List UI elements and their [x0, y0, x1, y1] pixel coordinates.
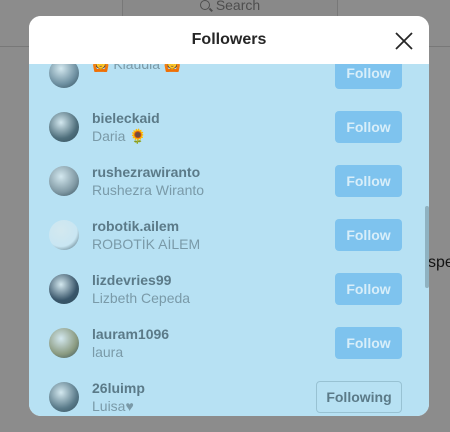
follower-row[interactable]: bieleckaid Daria 🌻 Follow — [29, 100, 429, 154]
follower-fullname: Lizbeth Cepeda — [92, 290, 191, 306]
follower-row[interactable]: 26luimp Luisa♥ Following — [29, 370, 429, 416]
avatar[interactable] — [49, 166, 79, 196]
scrollbar-thumb[interactable] — [425, 206, 429, 288]
followers-list[interactable]: 🙆 Klaudia 🙆 Follow bieleckaid Daria 🌻 Follow… — [29, 64, 429, 416]
follower-fullname: 🙆 Klaudia 🙆 — [92, 64, 182, 72]
follow-button[interactable]: Follow — [335, 64, 402, 89]
follower-row[interactable]: robotik.ailem ROBOTİK AİLEM Follow — [29, 208, 429, 262]
avatar[interactable] — [49, 328, 79, 358]
follower-row[interactable]: lizdevries99 Lizbeth Cepeda Follow — [29, 262, 429, 316]
avatar[interactable] — [49, 112, 79, 142]
avatar[interactable] — [49, 274, 79, 304]
follow-button[interactable]: Follow — [335, 111, 402, 143]
follower-fullname: Daria 🌻 — [92, 128, 147, 144]
avatar[interactable] — [49, 220, 79, 250]
follower-row[interactable]: rushezrawiranto Rushezra Wiranto Follow — [29, 154, 429, 208]
follower-username[interactable]: lizdevries99 — [92, 271, 190, 289]
follower-names: robotik.ailem ROBOTİK AİLEM — [92, 217, 200, 253]
follow-button[interactable]: Follow — [335, 273, 402, 305]
avatar[interactable] — [49, 382, 79, 412]
follower-username[interactable]: 26luimp — [92, 379, 145, 397]
follower-username[interactable]: robotik.ailem — [92, 217, 200, 235]
follower-names: 26luimp Luisa♥ — [92, 379, 145, 415]
close-icon[interactable] — [393, 30, 415, 52]
follow-button[interactable]: Follow — [335, 327, 402, 359]
following-button[interactable]: Following — [316, 381, 402, 413]
follower-names: rushezrawiranto Rushezra Wiranto — [92, 163, 204, 199]
follower-username[interactable]: bieleckaid — [92, 109, 160, 127]
follower-fullname: laura — [92, 344, 124, 360]
dialog-header: Followers — [29, 16, 429, 64]
follower-names: lauram1096 laura — [92, 325, 169, 361]
avatar[interactable] — [49, 64, 79, 88]
follow-button[interactable]: Follow — [335, 219, 402, 251]
follower-row[interactable]: 🙆 Klaudia 🙆 Follow — [29, 64, 429, 100]
follower-row[interactable]: lauram1096 laura Follow — [29, 316, 429, 370]
follower-fullname: Rushezra Wiranto — [92, 182, 205, 198]
follower-names: bieleckaid Daria 🌻 — [92, 109, 160, 145]
dialog-title: Followers — [191, 31, 267, 48]
follower-username[interactable]: lauram1096 — [92, 325, 169, 343]
follow-button[interactable]: Follow — [335, 165, 402, 197]
follower-fullname: ROBOTİK AİLEM — [92, 236, 201, 252]
followers-dialog: Followers 🙆 Klaudia 🙆 Follow bieleckaid Dar… — [29, 16, 429, 416]
follower-fullname: Luisa♥ — [92, 398, 134, 414]
follower-names: 🙆 Klaudia 🙆 — [92, 64, 181, 73]
follower-names: lizdevries99 Lizbeth Cepeda — [92, 271, 190, 307]
follower-username[interactable]: rushezrawiranto — [92, 163, 204, 181]
